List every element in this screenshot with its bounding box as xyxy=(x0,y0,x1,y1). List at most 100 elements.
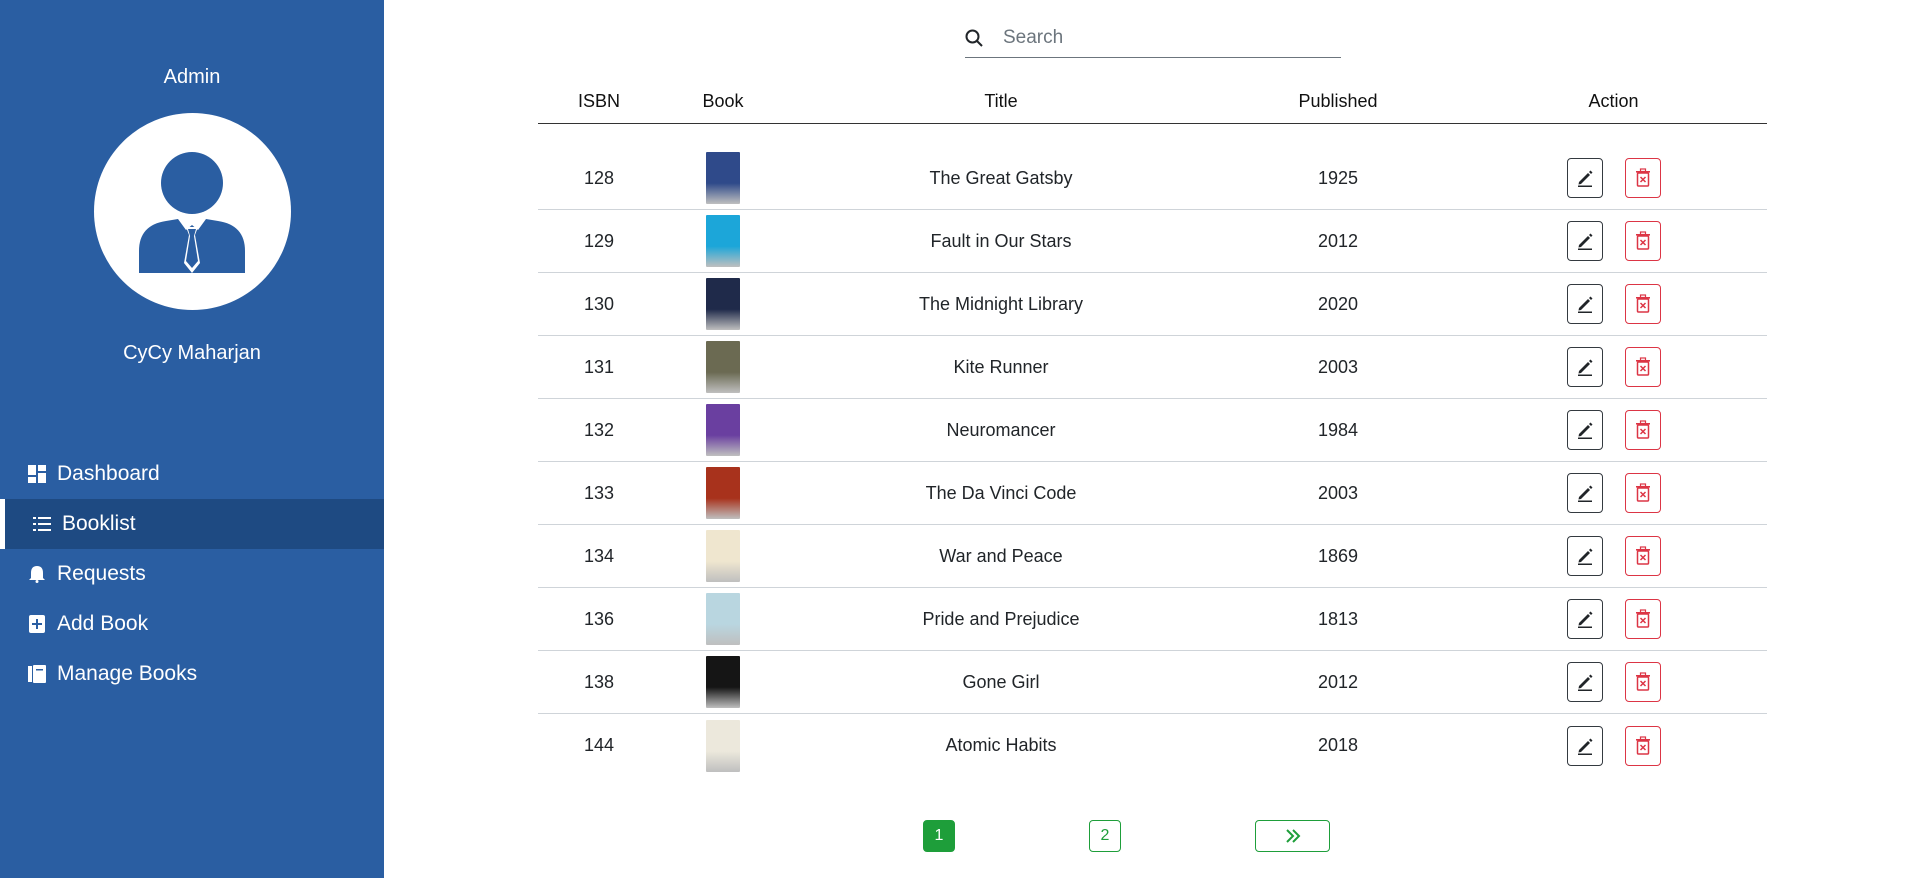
book-cover-image xyxy=(706,530,740,582)
sidebar-item-requests[interactable]: Requests xyxy=(0,549,384,599)
cell-action xyxy=(1460,599,1767,639)
edit-button[interactable] xyxy=(1566,410,1603,450)
pencil-icon xyxy=(1577,738,1592,755)
delete-button[interactable] xyxy=(1624,158,1661,198)
book-cover-image xyxy=(706,404,740,456)
header-isbn: ISBN xyxy=(577,91,620,111)
table-row: 131 Kite Runner 2003 xyxy=(538,336,1767,399)
cell-published: 2020 xyxy=(1317,293,1359,314)
edit-button[interactable] xyxy=(1566,347,1603,387)
cell-isbn: 128 xyxy=(583,167,615,188)
search-input[interactable] xyxy=(1003,26,1303,49)
dashboard-icon xyxy=(28,465,46,483)
pencil-icon xyxy=(1577,233,1592,250)
page-2-button[interactable]: 2 xyxy=(1089,820,1121,852)
cell-book xyxy=(660,593,786,645)
pencil-icon xyxy=(1577,548,1592,565)
book-cover-image xyxy=(706,341,740,393)
cell-action xyxy=(1460,662,1767,702)
edit-button[interactable] xyxy=(1566,599,1603,639)
cell-book xyxy=(660,656,786,708)
cell-book xyxy=(660,215,786,267)
table-body: 128 The Great Gatsby 1925 129 Fault in Our S… xyxy=(538,147,1767,777)
cell-published: 2018 xyxy=(1317,735,1359,755)
cell-isbn: 131 xyxy=(583,356,615,377)
delete-button[interactable] xyxy=(1624,410,1661,450)
list-icon xyxy=(33,515,51,533)
cell-published: 1984 xyxy=(1317,419,1359,440)
edit-button[interactable] xyxy=(1566,158,1603,198)
edit-button[interactable] xyxy=(1566,725,1603,766)
cell-isbn: 144 xyxy=(583,735,615,755)
trash-icon xyxy=(1635,483,1650,502)
table-row: 132 Neuromancer 1984 xyxy=(538,399,1767,462)
cell-title: Kite Runner xyxy=(953,356,1049,377)
sidebar-item-add-book[interactable]: Add Book xyxy=(0,599,384,649)
cell-isbn: 136 xyxy=(583,608,615,629)
delete-button[interactable] xyxy=(1624,221,1661,261)
sidebar: Admin CyCy Maharjan Dashboard Booklist R… xyxy=(0,0,384,878)
edit-button[interactable] xyxy=(1566,473,1603,513)
sidebar-item-label: Add Book xyxy=(57,612,149,635)
cell-title: Fault in Our Stars xyxy=(930,230,1072,251)
sidebar-item-label: Dashboard xyxy=(57,462,160,485)
edit-button[interactable] xyxy=(1566,284,1603,324)
books-icon xyxy=(28,665,46,683)
delete-button[interactable] xyxy=(1624,662,1661,702)
cell-title: The Midnight Library xyxy=(918,293,1084,314)
cell-book xyxy=(660,404,786,456)
pencil-icon xyxy=(1577,674,1592,691)
page-1-button[interactable]: 1 xyxy=(923,820,955,852)
add-book-icon xyxy=(28,615,46,633)
cell-action xyxy=(1460,158,1767,198)
search-bar xyxy=(965,18,1341,58)
edit-button[interactable] xyxy=(1566,536,1603,576)
search-icon[interactable] xyxy=(965,29,983,47)
table-row: 144 Atomic Habits 2018 xyxy=(538,714,1767,777)
cell-book xyxy=(660,719,786,772)
pencil-icon xyxy=(1577,296,1592,313)
cell-title: Atomic Habits xyxy=(945,735,1057,755)
next-page-button[interactable] xyxy=(1255,820,1330,852)
edit-button[interactable] xyxy=(1566,662,1603,702)
trash-icon xyxy=(1635,294,1650,313)
delete-button[interactable] xyxy=(1624,473,1661,513)
cell-book xyxy=(660,152,786,204)
book-cover-image xyxy=(706,467,740,519)
delete-button[interactable] xyxy=(1624,599,1661,639)
sidebar-item-label: Manage Books xyxy=(57,662,198,685)
cell-title: The Great Gatsby xyxy=(929,167,1073,188)
trash-icon xyxy=(1635,546,1650,565)
cell-isbn: 134 xyxy=(583,545,615,566)
cell-action xyxy=(1460,284,1767,324)
cell-title: War and Peace xyxy=(939,545,1063,566)
edit-button[interactable] xyxy=(1566,221,1603,261)
delete-button[interactable] xyxy=(1624,536,1661,576)
cell-published: 2003 xyxy=(1317,482,1359,503)
cell-title: Pride and Prejudice xyxy=(922,608,1080,629)
delete-button[interactable] xyxy=(1624,347,1661,387)
trash-icon xyxy=(1635,168,1650,187)
sidebar-item-manage-books[interactable]: Manage Books xyxy=(0,649,384,699)
sidebar-item-label: Requests xyxy=(57,562,146,585)
cell-published: 2012 xyxy=(1317,671,1359,692)
pencil-icon xyxy=(1577,485,1592,502)
cell-action xyxy=(1460,347,1767,387)
trash-icon xyxy=(1635,420,1650,439)
sidebar-item-dashboard[interactable]: Dashboard xyxy=(0,449,384,499)
table-row: 128 The Great Gatsby 1925 xyxy=(538,147,1767,210)
header-title: Title xyxy=(984,91,1018,111)
cell-title: Neuromancer xyxy=(946,419,1056,440)
pencil-icon xyxy=(1577,611,1592,628)
header-published: Published xyxy=(1298,91,1378,111)
delete-button[interactable] xyxy=(1624,725,1661,766)
cell-isbn: 132 xyxy=(583,419,615,440)
cell-action xyxy=(1460,536,1767,576)
table-row: 134 War and Peace 1869 xyxy=(538,525,1767,588)
cell-published: 1869 xyxy=(1317,545,1359,566)
book-cover-image xyxy=(706,152,740,204)
sidebar-item-booklist[interactable]: Booklist xyxy=(0,499,384,549)
cell-action xyxy=(1460,725,1767,766)
delete-button[interactable] xyxy=(1624,284,1661,324)
cell-isbn: 129 xyxy=(583,230,615,251)
